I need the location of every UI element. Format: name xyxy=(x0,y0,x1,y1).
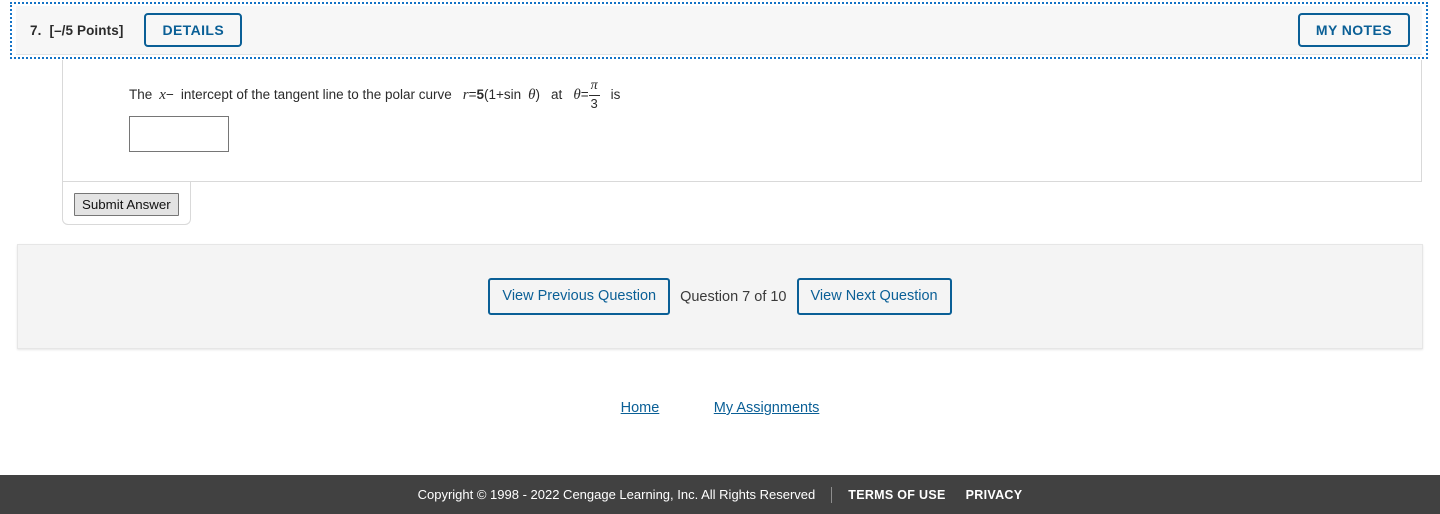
question-body-panel: The x− intercept of the tangent line to th… xyxy=(62,60,1422,182)
theta-symbol: θ xyxy=(573,87,581,104)
statement-suffix: is xyxy=(610,87,621,103)
my-notes-button[interactable]: MY NOTES xyxy=(1297,13,1410,47)
submit-answer-button[interactable]: Submit Answer xyxy=(74,193,179,217)
statement-middle: intercept of the tangent line to the pol… xyxy=(180,87,452,103)
home-link[interactable]: Home xyxy=(621,400,660,416)
view-next-question-button[interactable]: View Next Question xyxy=(796,278,952,315)
statement-at: at xyxy=(551,87,563,103)
question-header: 7. [–/5 Points] DETAILS MY NOTES xyxy=(16,6,1422,55)
statement-variable: x xyxy=(159,87,166,104)
fraction-denominator: 3 xyxy=(590,95,598,111)
fraction-numerator: π xyxy=(588,78,600,96)
statement-prefix: The xyxy=(129,87,153,103)
view-previous-question-button[interactable]: View Previous Question xyxy=(488,278,671,315)
site-footer: Copyright © 1998 - 2022 Cengage Learning… xyxy=(0,475,1440,514)
question-navigation-panel: View Previous Question Question 7 of 10 … xyxy=(17,244,1423,349)
equation-equals: = xyxy=(468,87,477,103)
equation-theta: θ xyxy=(528,87,536,104)
question-points: [–/5 Points] xyxy=(49,22,124,38)
terms-of-use-link[interactable]: TERMS OF USE xyxy=(848,488,945,502)
pi-over-three-fraction: π3 xyxy=(588,78,600,111)
copyright-text: Copyright © 1998 - 2022 Cengage Learning… xyxy=(417,487,816,502)
theta-equals: = xyxy=(580,87,589,103)
privacy-link[interactable]: PRIVACY xyxy=(966,488,1023,502)
equation-close-paren: ) xyxy=(535,87,541,103)
question-progress-status: Question 7 of 10 xyxy=(680,288,787,305)
equation-rest: (1+sin xyxy=(484,87,522,103)
question-number: 7. xyxy=(30,22,42,38)
question-statement: The x− intercept of the tangent line to th… xyxy=(129,78,621,111)
footer-divider xyxy=(831,486,833,503)
my-assignments-link[interactable]: My Assignments xyxy=(714,400,820,416)
statement-minus: − xyxy=(165,87,174,103)
secondary-links: Home My Assignments xyxy=(0,399,1440,417)
submit-panel: Submit Answer xyxy=(62,182,191,225)
details-button[interactable]: DETAILS xyxy=(144,13,243,47)
equation-coefficient: 5 xyxy=(476,87,485,103)
answer-input[interactable] xyxy=(129,116,229,152)
